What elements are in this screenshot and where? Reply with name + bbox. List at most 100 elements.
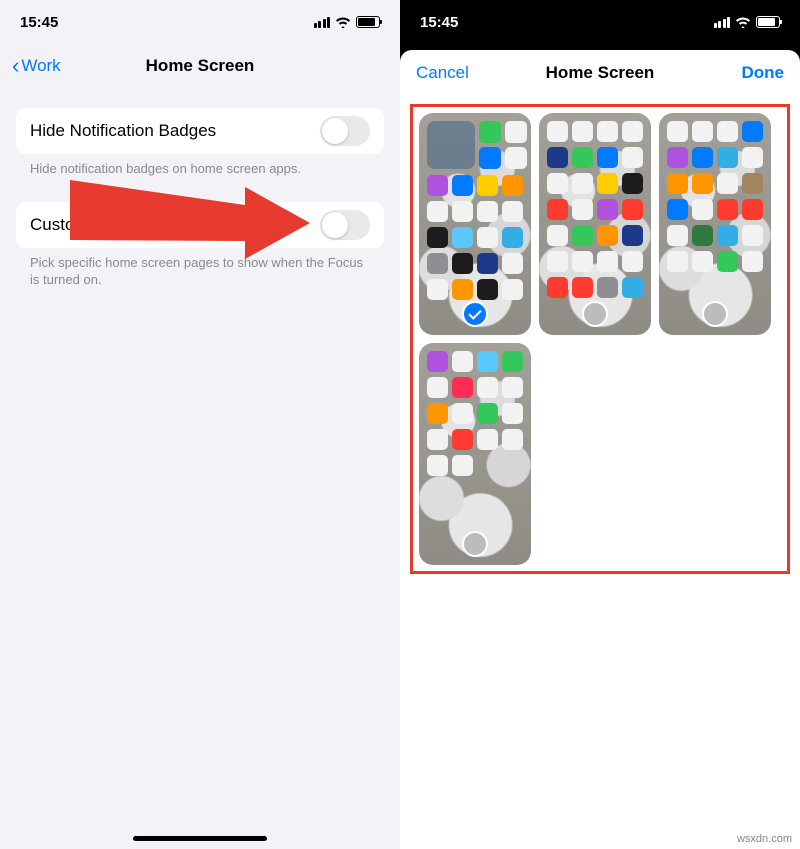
done-button[interactable]: Done [742,63,785,83]
app-icon [547,147,568,168]
home-page-thumb-4[interactable] [419,343,531,565]
home-page-thumb-2[interactable] [539,113,651,335]
signal-icon [714,17,731,28]
app-icon [597,251,618,272]
app-icon [547,173,568,194]
app-icon [502,279,523,300]
app-icon [717,121,738,142]
app-icon [427,351,448,372]
app-icon [692,147,713,168]
app-icon [692,251,713,272]
toggle-hide-badges[interactable] [320,116,370,146]
app-icon [717,225,738,246]
app-icon [667,147,688,168]
app-icon [742,147,763,168]
app-icon [597,225,618,246]
home-indicator[interactable] [133,836,267,841]
app-icon [452,175,473,196]
row-caption: Pick specific home screen pages to show … [16,248,384,313]
app-icon [427,279,448,300]
app-icon [667,199,688,220]
home-indicator[interactable] [533,836,667,841]
back-button[interactable]: ‹ Work [12,55,61,77]
app-icon [572,173,593,194]
app-icon [717,199,738,220]
app-icon [667,225,688,246]
app-icon [547,251,568,272]
app-icon [547,199,568,220]
app-icon [622,277,643,298]
app-icon [717,251,738,272]
app-icon [667,121,688,142]
app-icon [547,121,568,142]
app-icon [622,173,643,194]
page-picker-sheet: Cancel Home Screen Done [400,50,800,849]
signal-icon [314,17,331,28]
app-icon [477,253,498,274]
app-icon [742,225,763,246]
app-icon [502,227,523,248]
app-icon [427,429,448,450]
app-icon [502,377,523,398]
app-icon [427,455,448,476]
app-icon [452,227,473,248]
app-icon [572,147,593,168]
row-hide-badges[interactable]: Hide Notification Badges [16,108,384,154]
app-icon [452,253,473,274]
battery-icon [756,16,780,28]
app-icon [452,403,473,424]
battery-icon [356,16,380,28]
app-icon [502,351,523,372]
row-caption: Hide notification badges on home screen … [16,154,384,202]
app-icon [502,403,523,424]
app-icon [427,403,448,424]
page-select-checked-icon[interactable] [462,301,488,327]
app-icon [572,121,593,142]
app-icon [452,377,473,398]
app-icon [597,121,618,142]
nav-bar: ‹ Work Home Screen [0,44,400,88]
row-label: Custom Pages [30,215,142,235]
left-screenshot: 15:45 ‹ Work Home Screen Hide Notificati… [0,0,400,849]
page-select-unchecked-icon[interactable] [702,301,728,327]
app-icon [477,351,498,372]
status-time: 15:45 [420,14,458,31]
app-icon [667,173,688,194]
row-custom-pages[interactable]: Custom Pages [16,202,384,248]
app-icon [452,201,473,222]
app-icon [597,147,618,168]
app-icon [427,175,448,196]
app-icon [572,225,593,246]
app-icon [597,277,618,298]
app-icon [477,377,498,398]
toggle-custom-pages[interactable] [320,210,370,240]
app-icon [572,277,593,298]
app-icon [502,175,523,196]
app-icon [572,199,593,220]
app-icon [477,403,498,424]
home-page-thumb-3[interactable] [659,113,771,335]
page-select-unchecked-icon[interactable] [462,531,488,557]
home-page-thumb-1[interactable] [419,113,531,335]
app-icon [597,199,618,220]
watermark: wsxdn.com [737,833,792,845]
app-icon [452,429,473,450]
app-icon [622,251,643,272]
status-bar: 15:45 [400,0,800,44]
app-icon [717,173,738,194]
row-label: Hide Notification Badges [30,121,216,141]
app-icon [477,201,498,222]
app-icon [477,175,498,196]
app-icon [479,147,501,169]
sheet-nav: Cancel Home Screen Done [400,50,800,96]
app-icon [505,121,527,143]
app-icon [452,455,473,476]
app-icon [622,199,643,220]
app-icon [622,121,643,142]
app-icon [692,225,713,246]
app-icon [502,253,523,274]
page-select-unchecked-icon[interactable] [582,301,608,327]
status-time: 15:45 [20,14,58,31]
cancel-button[interactable]: Cancel [416,63,469,83]
app-icon [477,279,498,300]
